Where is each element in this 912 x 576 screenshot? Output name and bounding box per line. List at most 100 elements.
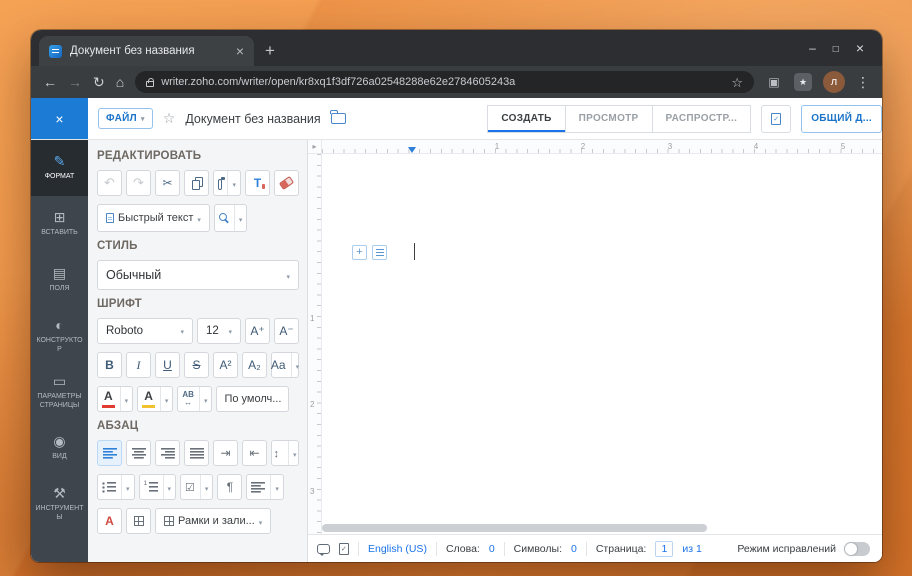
- url-bar[interactable]: writer.zoho.com/writer/open/kr8xq1f3df72…: [135, 71, 754, 93]
- insert-plus-button[interactable]: [352, 245, 367, 260]
- extensions-icon[interactable]: [794, 73, 812, 91]
- chevron-down-icon[interactable]: [204, 392, 208, 406]
- bookmark-star-icon[interactable]: [731, 76, 743, 89]
- reload-icon[interactable]: [93, 75, 105, 89]
- close-panel-button[interactable]: [31, 98, 88, 139]
- favorite-star-icon[interactable]: [163, 110, 176, 127]
- format-painter-button[interactable]: [245, 170, 270, 196]
- sidebar-item-tools[interactable]: ИНСТРУМЕНТЫ: [31, 476, 88, 532]
- browser-menu-icon[interactable]: [856, 74, 870, 91]
- home-icon[interactable]: [116, 75, 124, 89]
- sidebar-item-view[interactable]: ВИД: [31, 420, 88, 476]
- comments-icon[interactable]: [317, 543, 330, 556]
- justify-button[interactable]: [184, 440, 209, 466]
- window-maximize-button[interactable]: [833, 42, 839, 55]
- change-case-button[interactable]: Aa: [271, 352, 299, 378]
- undo-button[interactable]: [97, 170, 122, 196]
- preview-mode-button[interactable]: ПРОСМОТР: [564, 104, 653, 133]
- align-left-button[interactable]: [97, 440, 122, 466]
- paragraph-style-select[interactable]: Обычный: [97, 260, 299, 290]
- horizontal-scrollbar[interactable]: [322, 524, 872, 532]
- chars-count[interactable]: 0: [571, 543, 577, 555]
- side-panel-icon[interactable]: [765, 73, 783, 91]
- font-size-select[interactable]: 12: [197, 318, 241, 344]
- chevron-down-icon[interactable]: [125, 392, 129, 406]
- forward-icon[interactable]: [68, 75, 82, 89]
- increase-font-button[interactable]: A⁺: [245, 318, 270, 344]
- superscript-button[interactable]: A²: [213, 352, 238, 378]
- redo-button[interactable]: [126, 170, 151, 196]
- vertical-ruler[interactable]: 1 2 3: [308, 154, 322, 534]
- horizontal-ruler[interactable]: 1 2 3 4 5: [308, 140, 882, 154]
- underline-button[interactable]: U: [155, 352, 180, 378]
- columns-button[interactable]: [126, 508, 151, 534]
- chevron-down-icon[interactable]: [168, 480, 172, 494]
- show-formatting-button[interactable]: [217, 474, 243, 500]
- chevron-down-icon[interactable]: [293, 446, 297, 460]
- character-style-button[interactable]: А: [97, 508, 122, 534]
- scrollbar-thumb[interactable]: [322, 524, 707, 532]
- chevron-down-icon[interactable]: [296, 358, 300, 372]
- new-tab-button[interactable]: [265, 42, 275, 59]
- sidebar-item-insert[interactable]: ВСТАВИТЬ: [31, 196, 88, 252]
- document-area[interactable]: 1 2 3 4 5 1 2 3: [308, 140, 882, 534]
- text-direction-button[interactable]: [246, 474, 284, 500]
- quick-text-button[interactable]: Быстрый текст: [97, 204, 210, 232]
- chevron-down-icon[interactable]: [126, 480, 130, 494]
- sidebar-item-fields[interactable]: ПОЛЯ: [31, 252, 88, 308]
- track-changes-toggle[interactable]: [844, 541, 870, 556]
- back-icon[interactable]: [43, 75, 57, 89]
- chevron-down-icon[interactable]: [239, 211, 243, 225]
- copy-button[interactable]: [184, 170, 209, 196]
- browser-tab[interactable]: Документ без названия: [39, 36, 254, 66]
- indent-increase-button[interactable]: [213, 440, 238, 466]
- review-button[interactable]: [761, 104, 792, 133]
- sidebar-item-designer[interactable]: КОНСТРУКТОР: [31, 308, 88, 364]
- subscript-button[interactable]: A₂: [242, 352, 267, 378]
- browser-avatar[interactable]: л: [823, 71, 845, 93]
- paste-button[interactable]: [213, 170, 241, 196]
- chevron-down-icon[interactable]: [232, 176, 236, 190]
- window-minimize-button[interactable]: [809, 42, 816, 54]
- url-text[interactable]: writer.zoho.com/writer/open/kr8xq1f3df72…: [161, 76, 724, 88]
- sidebar-item-page-setup[interactable]: ПАРАМЕТРЫ СТРАНИЦЫ: [31, 364, 88, 420]
- chevron-down-icon[interactable]: [165, 392, 169, 406]
- sidebar-item-format[interactable]: ФОРМАТ: [31, 140, 88, 196]
- chevron-down-icon[interactable]: [205, 480, 209, 494]
- character-spacing-button[interactable]: AB: [177, 386, 213, 412]
- clear-format-button[interactable]: [274, 170, 299, 196]
- file-menu-button[interactable]: ФАЙЛ: [98, 108, 153, 129]
- page-number-box[interactable]: 1: [655, 540, 674, 557]
- bold-button[interactable]: B: [97, 352, 122, 378]
- borders-shading-button[interactable]: Рамки и зали...: [155, 508, 272, 534]
- align-center-button[interactable]: [126, 440, 151, 466]
- font-color-button[interactable]: A: [97, 386, 134, 412]
- checklist-button[interactable]: [180, 474, 214, 500]
- decrease-font-button[interactable]: A⁻: [274, 318, 299, 344]
- insert-format-button[interactable]: [372, 245, 387, 260]
- language-selector[interactable]: English (US): [368, 543, 427, 555]
- window-close-button[interactable]: [856, 41, 864, 55]
- create-mode-button[interactable]: СОЗДАТЬ: [487, 104, 566, 133]
- find-replace-button[interactable]: [213, 204, 248, 232]
- indent-decrease-button[interactable]: [242, 440, 267, 466]
- highlight-color-button[interactable]: A: [137, 386, 174, 412]
- numbered-list-button[interactable]: [138, 474, 177, 500]
- set-default-button[interactable]: По умолч...: [216, 386, 290, 412]
- document-title[interactable]: Документ без названия: [185, 112, 320, 126]
- strikethrough-button[interactable]: S: [184, 352, 209, 378]
- cut-button[interactable]: [155, 170, 180, 196]
- share-button[interactable]: ОБЩИЙ Д...: [801, 104, 882, 133]
- line-spacing-button[interactable]: [271, 440, 299, 466]
- align-right-button[interactable]: [155, 440, 180, 466]
- proofing-icon[interactable]: [339, 542, 349, 555]
- margin-marker[interactable]: [408, 147, 416, 157]
- font-family-select[interactable]: Roboto: [97, 318, 193, 344]
- distribute-mode-button[interactable]: РАСПРОСТР...: [651, 104, 752, 133]
- bullet-list-button[interactable]: [97, 474, 135, 500]
- words-count[interactable]: 0: [489, 543, 495, 555]
- chevron-down-icon[interactable]: [275, 480, 279, 494]
- tab-close-icon[interactable]: [236, 44, 244, 58]
- folder-icon[interactable]: [330, 109, 346, 124]
- italic-button[interactable]: I: [126, 352, 151, 378]
